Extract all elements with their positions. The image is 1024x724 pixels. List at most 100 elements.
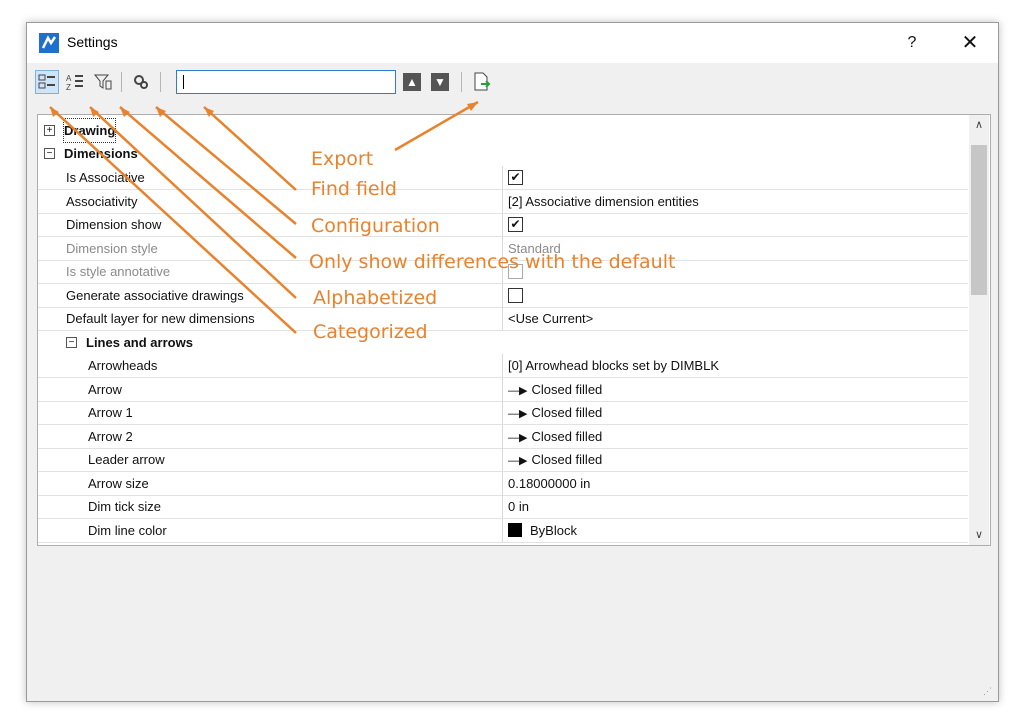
property-value-cell[interactable]: —▶ Closed filled: [508, 378, 602, 401]
property-grid: + Drawing − Dimensions Is Associative ✔ As…: [37, 114, 991, 546]
property-row[interactable]: Dim tick size 0 in: [38, 495, 968, 519]
property-row[interactable]: Generate associative drawings: [38, 283, 968, 308]
property-value: Closed filled: [531, 428, 603, 444]
annotation-find-field: Find field: [311, 178, 397, 200]
property-name: Arrow 1: [88, 405, 133, 420]
property-name: Dim line color: [88, 522, 167, 538]
property-name: Arrow size: [88, 475, 149, 491]
close-button[interactable]: ✕: [952, 29, 988, 57]
resize-grip-icon[interactable]: ⋰: [983, 686, 992, 697]
svg-text:A: A: [66, 74, 72, 83]
export-button[interactable]: [470, 70, 494, 94]
annotation-configuration: Configuration: [311, 215, 440, 237]
alphabetized-icon: AZ: [66, 74, 83, 91]
export-icon: [474, 72, 491, 91]
property-row[interactable]: Is Associative ✔: [38, 166, 968, 190]
property-value-cell[interactable]: <Use Current>: [508, 307, 593, 330]
collapse-icon[interactable]: −: [66, 336, 77, 348]
subcategory-label: Lines and arrows: [86, 334, 193, 350]
property-value: [0] Arrowhead blocks set by DIMBLK: [508, 358, 719, 373]
property-name: Dimension show: [66, 217, 162, 232]
property-value: Closed filled: [531, 381, 603, 397]
property-value-cell[interactable]: 0 in: [508, 495, 529, 518]
title-bar: Settings ? ✕: [27, 23, 998, 63]
configuration-icon: [134, 75, 148, 89]
property-value: [2] Associative dimension entities: [508, 193, 699, 209]
property-name-cell: [82, 401, 503, 424]
property-row[interactable]: Dimension show ✔: [38, 213, 968, 237]
subcategory-row-lines-and-arrows[interactable]: − Lines and arrows: [38, 331, 968, 354]
annotation-differences: Only show differences with the default: [309, 251, 676, 273]
checkbox-checked[interactable]: ✔: [508, 217, 523, 232]
property-value: 0 in: [508, 499, 529, 514]
text-caret: [183, 75, 184, 89]
property-value-cell[interactable]: —▶ Closed filled: [508, 448, 602, 471]
property-row[interactable]: Arrow 2 —▶ Closed filled: [38, 424, 968, 449]
annotation-alphabetized: Alphabetized: [313, 287, 438, 309]
scroll-down-icon[interactable]: ∨: [969, 525, 989, 545]
property-row[interactable]: Dim line color ByBlock: [38, 518, 968, 543]
scroll-up-icon[interactable]: ∧: [969, 115, 989, 135]
property-row[interactable]: Default layer for new dimensions <Use Cur…: [38, 307, 968, 331]
property-row[interactable]: Arrow size 0.18000000 in: [38, 471, 968, 496]
vertical-scrollbar[interactable]: ∧ ∨: [969, 115, 989, 545]
property-value-cell[interactable]: [0] Arrowhead blocks set by DIMBLK: [508, 354, 719, 377]
differences-button[interactable]: [91, 70, 115, 94]
property-name: Dimension style: [66, 240, 158, 256]
window-title: Settings: [67, 34, 118, 50]
expand-icon[interactable]: +: [44, 125, 55, 136]
category-row-dimensions[interactable]: − Dimensions: [38, 142, 968, 165]
find-previous-button[interactable]: ▲: [403, 73, 421, 91]
property-row[interactable]: Arrowheads [0] Arrowhead blocks set by DI…: [38, 354, 968, 378]
property-row[interactable]: Leader arrow —▶ Closed filled: [38, 448, 968, 472]
property-value-cell[interactable]: 0.18000000 in: [508, 472, 590, 495]
property-value-cell[interactable]: —▶ Closed filled: [508, 425, 602, 448]
help-button[interactable]: ?: [897, 29, 927, 57]
property-name: Arrow 2: [88, 428, 133, 444]
property-name-cell: [82, 424, 503, 448]
property-value: <Use Current>: [508, 311, 594, 326]
annotation-export: Export: [311, 148, 374, 170]
find-next-button[interactable]: ▼: [431, 73, 449, 91]
configuration-button[interactable]: [129, 70, 153, 94]
property-name: Dim tick size: [88, 499, 161, 514]
svg-text:Z: Z: [66, 83, 71, 91]
annotation-categorized: Categorized: [313, 321, 428, 343]
arrow-down-icon: ▼: [434, 75, 446, 89]
toolbar-separator: [461, 72, 462, 92]
arrow-up-icon: ▲: [406, 75, 418, 89]
property-row[interactable]: Arrow —▶ Closed filled: [38, 377, 968, 402]
property-name-cell: [82, 377, 503, 401]
property-row[interactable]: Arrow 1 —▶ Closed filled: [38, 401, 968, 425]
arrowhead-icon: —▶: [508, 431, 528, 444]
categorized-icon: [38, 74, 55, 89]
property-name: Arrowheads: [88, 358, 158, 373]
alphabetized-button[interactable]: AZ: [63, 70, 87, 94]
property-name: Arrow: [88, 381, 122, 397]
category-label: Dimensions: [64, 146, 138, 161]
app-icon: [39, 33, 59, 53]
property-value-cell[interactable]: —▶ Closed filled: [508, 401, 602, 424]
property-name: Leader arrow: [88, 452, 165, 467]
arrowhead-icon: —▶: [508, 455, 528, 467]
arrowhead-icon: —▶: [508, 384, 528, 397]
property-name: Is style annotative: [66, 264, 171, 279]
property-value-cell[interactable]: ByBlock: [508, 519, 577, 542]
property-value: Closed filled: [531, 452, 603, 467]
scrollbar-thumb[interactable]: [971, 145, 987, 295]
property-name: Associativity: [66, 193, 138, 209]
toolbar: AZ ▲ ▼: [27, 65, 998, 101]
property-name: Is Associative: [66, 170, 145, 185]
find-field[interactable]: [176, 70, 396, 94]
property-value: ByBlock: [530, 522, 577, 538]
property-value-cell[interactable]: [2] Associative dimension entities: [508, 190, 699, 213]
category-row-drawing[interactable]: + Drawing: [38, 118, 968, 143]
checkbox-checked[interactable]: ✔: [508, 170, 523, 185]
settings-window: Settings ? ✕ AZ ▲ ▼ + Drawing − Dimensio…: [26, 22, 999, 702]
toolbar-separator: [160, 72, 161, 92]
color-swatch-icon: [508, 522, 522, 537]
categorized-button[interactable]: [35, 70, 59, 94]
checkbox-unchecked[interactable]: [508, 287, 523, 303]
property-row[interactable]: Associativity [2] Associative dimension e…: [38, 189, 968, 214]
collapse-icon[interactable]: −: [44, 148, 55, 159]
